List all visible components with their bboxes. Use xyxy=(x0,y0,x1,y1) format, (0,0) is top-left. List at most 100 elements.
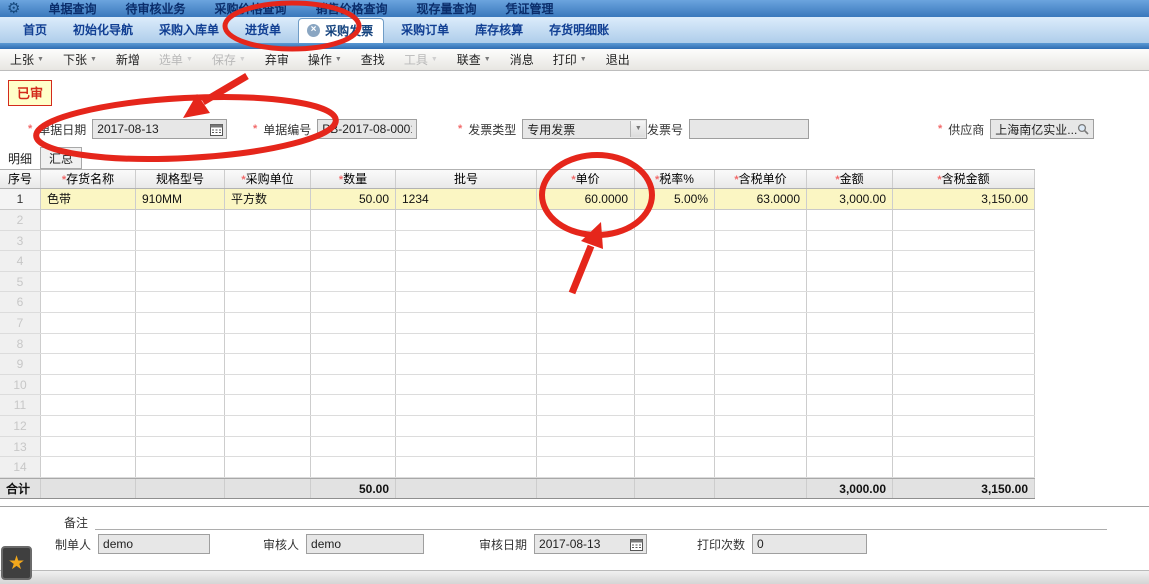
grid-cell[interactable] xyxy=(225,334,311,354)
grid-cell[interactable] xyxy=(396,437,537,457)
grid-cell[interactable]: 合计 xyxy=(0,479,41,498)
grid-cell[interactable] xyxy=(311,272,396,292)
document-tab[interactable]: 采购订单 xyxy=(388,21,462,43)
grid-empty-row[interactable]: 10 xyxy=(0,375,1035,396)
grid-cell[interactable] xyxy=(396,272,537,292)
menubar-item[interactable]: 单据查询 xyxy=(48,0,96,17)
grid-empty-row[interactable]: 11 xyxy=(0,395,1035,416)
toolbar-button[interactable]: 退出 xyxy=(606,51,630,68)
grid-cell[interactable] xyxy=(893,395,1035,415)
grid-column-header[interactable]: *含税金额 xyxy=(893,170,1035,188)
grid-cell[interactable] xyxy=(41,437,136,457)
grid-cell[interactable] xyxy=(225,313,311,333)
toolbar-button[interactable]: 新增 xyxy=(116,51,140,68)
grid-cell[interactable] xyxy=(136,313,225,333)
toolbar-button[interactable]: 联查▼ xyxy=(457,51,491,68)
grid-cell[interactable] xyxy=(537,210,635,230)
document-tab[interactable]: ×采购发票 xyxy=(298,18,384,43)
document-tab[interactable]: 初始化导航 xyxy=(60,21,146,43)
grid-cell[interactable] xyxy=(807,231,893,251)
grid-cell[interactable] xyxy=(41,292,136,312)
grid-cell[interactable] xyxy=(225,457,311,477)
grid-cell[interactable]: 3,000.00 xyxy=(807,479,893,498)
chevron-down-icon[interactable]: ▼ xyxy=(630,121,645,137)
grid-cell[interactable]: 12 xyxy=(0,416,41,436)
grid-cell[interactable] xyxy=(807,292,893,312)
grid-cell[interactable] xyxy=(136,395,225,415)
grid-empty-row[interactable]: 13 xyxy=(0,437,1035,458)
menubar-item[interactable]: 销售价格查询 xyxy=(316,0,388,17)
taskbar-star-icon[interactable]: ★ xyxy=(1,546,32,580)
grid-cell[interactable] xyxy=(635,437,715,457)
toolbar-button[interactable]: 打印▼ xyxy=(553,51,587,68)
grid-cell[interactable] xyxy=(311,210,396,230)
grid-column-header[interactable]: 规格型号 xyxy=(136,170,225,188)
grid-cell[interactable] xyxy=(893,231,1035,251)
grid-cell[interactable] xyxy=(893,375,1035,395)
grid-cell[interactable]: 63.0000 xyxy=(715,189,807,209)
grid-cell[interactable]: 10 xyxy=(0,375,41,395)
grid-empty-row[interactable]: 2 xyxy=(0,210,1035,231)
grid-cell[interactable] xyxy=(41,313,136,333)
grid-cell[interactable] xyxy=(396,395,537,415)
grid-cell[interactable] xyxy=(715,395,807,415)
grid-cell[interactable] xyxy=(715,416,807,436)
grid-cell[interactable] xyxy=(225,251,311,271)
grid-cell[interactable] xyxy=(136,479,225,498)
grid-cell[interactable] xyxy=(311,251,396,271)
grid-cell[interactable]: 50.00 xyxy=(311,479,396,498)
grid-cell[interactable] xyxy=(537,395,635,415)
grid-cell[interactable] xyxy=(893,416,1035,436)
grid-cell[interactable] xyxy=(537,292,635,312)
grid-cell[interactable] xyxy=(893,354,1035,374)
grid-cell[interactable] xyxy=(635,395,715,415)
grid-cell[interactable] xyxy=(136,210,225,230)
grid-empty-row[interactable]: 6 xyxy=(0,292,1035,313)
grid-cell[interactable] xyxy=(225,231,311,251)
grid-empty-row[interactable]: 7 xyxy=(0,313,1035,334)
grid-cell[interactable] xyxy=(893,210,1035,230)
grid-cell[interactable] xyxy=(715,354,807,374)
grid-cell[interactable]: 9 xyxy=(0,354,41,374)
menubar-item[interactable]: 凭证管理 xyxy=(506,0,554,17)
grid-cell[interactable] xyxy=(635,272,715,292)
grid-cell[interactable] xyxy=(225,354,311,374)
grid-cell[interactable]: 14 xyxy=(0,457,41,477)
grid-cell[interactable] xyxy=(311,313,396,333)
grid-cell[interactable] xyxy=(537,354,635,374)
grid-cell[interactable] xyxy=(715,272,807,292)
grid-cell[interactable] xyxy=(715,334,807,354)
grid-cell[interactable] xyxy=(225,375,311,395)
grid-cell[interactable] xyxy=(807,457,893,477)
grid-cell[interactable]: 6 xyxy=(0,292,41,312)
grid-column-header[interactable]: *含税单价 xyxy=(715,170,807,188)
grid-cell[interactable] xyxy=(41,375,136,395)
calendar-icon[interactable] xyxy=(210,123,223,136)
grid-cell[interactable] xyxy=(225,292,311,312)
grid-cell[interactable] xyxy=(225,416,311,436)
grid-cell[interactable] xyxy=(225,210,311,230)
detail-tab[interactable]: 明细 xyxy=(0,148,40,169)
grid-cell[interactable] xyxy=(537,272,635,292)
grid-cell[interactable]: 3 xyxy=(0,231,41,251)
grid-cell[interactable] xyxy=(715,313,807,333)
grid-cell[interactable] xyxy=(537,457,635,477)
grid-empty-row[interactable]: 8 xyxy=(0,334,1035,355)
grid-column-header[interactable]: *采购单位 xyxy=(225,170,311,188)
grid-cell[interactable]: 1 xyxy=(0,189,41,209)
grid-empty-row[interactable]: 9 xyxy=(0,354,1035,375)
grid-cell[interactable] xyxy=(893,251,1035,271)
grid-empty-row[interactable]: 14 xyxy=(0,457,1035,478)
grid-cell[interactable] xyxy=(396,457,537,477)
doc-date-input[interactable] xyxy=(92,119,227,139)
grid-cell[interactable] xyxy=(41,334,136,354)
grid-cell[interactable] xyxy=(41,416,136,436)
gear-icon[interactable]: ⚙ xyxy=(7,1,20,16)
grid-cell[interactable] xyxy=(396,231,537,251)
grid-cell[interactable] xyxy=(807,251,893,271)
grid-cell[interactable] xyxy=(635,251,715,271)
grid-cell[interactable] xyxy=(715,292,807,312)
grid-cell[interactable] xyxy=(537,479,635,498)
grid-cell[interactable] xyxy=(893,292,1035,312)
invoice-type-select[interactable]: 专用发票 ▼ xyxy=(522,119,647,139)
